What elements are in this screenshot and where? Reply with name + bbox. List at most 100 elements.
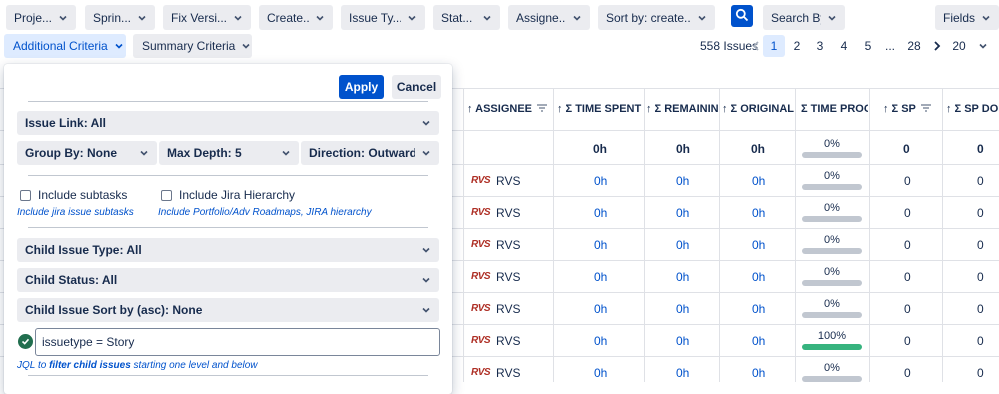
filter-project-button[interactable]: Proje... (6, 5, 76, 30)
progress-bar (802, 248, 862, 254)
filter-label: Proje... (14, 10, 52, 25)
progress-percent: 0% (824, 202, 840, 214)
fields-label: Fields (943, 10, 975, 25)
header-original[interactable]: ↑ Σ ORIGINAL ... (722, 89, 794, 129)
page-28[interactable]: 28 (906, 35, 922, 57)
original-link[interactable]: 0h (752, 334, 765, 348)
time-spent-link[interactable]: 0h (594, 302, 607, 316)
filter-created-button[interactable]: Create... (259, 5, 333, 30)
dropdown-label: Issue Link: All (25, 116, 106, 130)
header-label: ↑ Σ SP DONE (946, 103, 999, 115)
checkbox-box[interactable] (20, 189, 31, 201)
time-spent-link[interactable]: 0h (594, 238, 607, 252)
prev-page-icon[interactable] (748, 35, 764, 57)
sp-done-value: 0 (977, 206, 984, 220)
sp-done-value: 0 (977, 302, 984, 316)
page-2[interactable]: 2 (789, 35, 805, 57)
header-sp-done[interactable]: ↑ Σ SP DONE (946, 89, 999, 129)
time-spent-link[interactable]: 0h (594, 270, 607, 284)
sort-by-button[interactable]: Sort by: create... (598, 5, 715, 30)
sp-value: 0 (904, 174, 911, 188)
include-subtasks-checkbox[interactable]: Include subtasks (20, 188, 127, 202)
dropdown-label: Child Issue Sort by (asc): None (25, 303, 203, 317)
filter-fix-version-button[interactable]: Fix Versi... (163, 5, 251, 30)
header-time-spent[interactable]: ↑ Σ TIME SPENT (557, 89, 643, 129)
time-spent-link[interactable]: 0h (594, 174, 607, 188)
filter-label: Assigne... (516, 10, 566, 25)
sp-done-value: 0 (977, 270, 984, 284)
filter-icon[interactable] (920, 103, 931, 115)
chevron-down-icon (57, 12, 69, 24)
chevron-down-icon (136, 12, 148, 24)
progress-percent: 0% (824, 362, 840, 374)
progress-percent: 100% (817, 330, 847, 342)
page-4[interactable]: 4 (836, 35, 852, 57)
summary-sp: 0 (903, 142, 910, 156)
original-link[interactable]: 0h (752, 366, 765, 380)
remaining-link[interactable]: 0h (676, 174, 689, 188)
jql-hint-link[interactable]: filter child issues (49, 360, 131, 371)
summary-criteria-button[interactable]: Summary Criteria (133, 34, 252, 58)
original-link[interactable]: 0h (752, 302, 765, 316)
chevron-down-icon (420, 304, 432, 316)
cancel-button[interactable]: Cancel (392, 75, 441, 99)
time-progress: 0% (802, 202, 862, 222)
header-assignee[interactable]: ↑ ASSIGNEE (467, 89, 552, 129)
assignee-name: RVS (496, 206, 521, 220)
per-page-value[interactable]: 20 (951, 35, 967, 57)
search-by-button[interactable]: Search By (763, 5, 845, 30)
chevron-down-icon (406, 12, 418, 24)
time-spent-link[interactable]: 0h (594, 206, 607, 220)
remaining-link[interactable]: 0h (676, 238, 689, 252)
issue-link-dropdown[interactable]: Issue Link: All (17, 111, 439, 135)
original-link[interactable]: 0h (752, 206, 765, 220)
remaining-link[interactable]: 0h (676, 366, 689, 380)
group-by-dropdown[interactable]: Group By: None (17, 141, 157, 165)
remaining-link[interactable]: 0h (676, 270, 689, 284)
include-jira-hierarchy-checkbox[interactable]: Include Jira Hierarchy (161, 188, 295, 202)
direction-dropdown[interactable]: Direction: Outward (301, 141, 439, 165)
jql-child-filter-input[interactable]: issuetype = Story (35, 328, 440, 356)
filter-assignee-button[interactable]: Assigne... (508, 5, 590, 30)
chevron-down-icon (420, 244, 432, 256)
additional-criteria-label: Additional Criteria (13, 39, 108, 53)
additional-criteria-button[interactable]: Additional Criteria (4, 34, 126, 58)
dropdown-label: Direction: Outward (309, 146, 415, 160)
next-page-icon[interactable] (929, 35, 945, 57)
header-sp[interactable]: ↑ Σ SP (883, 89, 941, 129)
progress-bar (802, 376, 862, 382)
page-1[interactable]: 1 (763, 35, 785, 57)
remaining-link[interactable]: 0h (676, 334, 689, 348)
child-status-dropdown[interactable]: Child Status: All (17, 268, 439, 292)
filter-sprint-button[interactable]: Sprin... (85, 5, 155, 30)
time-spent-link[interactable]: 0h (594, 334, 607, 348)
filter-issue-type-button[interactable]: Issue Ty... (341, 5, 425, 30)
page-5[interactable]: 5 (860, 35, 876, 57)
remaining-link[interactable]: 0h (676, 206, 689, 220)
summary-sp-done: 0 (977, 142, 984, 156)
max-depth-dropdown[interactable]: Max Depth: 5 (159, 141, 299, 165)
page-ellipsis: ... (884, 39, 895, 53)
fields-button[interactable]: Fields (935, 5, 999, 30)
per-page-chevron-icon[interactable] (975, 35, 991, 57)
avatar: RVS (471, 175, 491, 186)
page-3[interactable]: 3 (812, 35, 828, 57)
original-link[interactable]: 0h (752, 174, 765, 188)
chevron-down-icon (314, 12, 326, 24)
header-remaining[interactable]: ↑ Σ REMAININ... (646, 89, 718, 129)
checkbox-box[interactable] (161, 189, 172, 201)
child-issue-type-dropdown[interactable]: Child Issue Type: All (17, 238, 439, 262)
original-link[interactable]: 0h (752, 238, 765, 252)
time-spent-link[interactable]: 0h (594, 366, 607, 380)
progress-bar (802, 216, 862, 222)
search-button[interactable] (731, 5, 753, 27)
filter-icon[interactable] (537, 103, 547, 115)
header-time-prog[interactable]: Σ TIME PROG (801, 89, 868, 129)
filter-status-button[interactable]: Stat... (433, 5, 500, 30)
remaining-link[interactable]: 0h (676, 302, 689, 316)
apply-button[interactable]: Apply (339, 75, 384, 99)
original-link[interactable]: 0h (752, 270, 765, 284)
divider (28, 101, 428, 102)
child-issue-sort-dropdown[interactable]: Child Issue Sort by (asc): None (17, 298, 439, 322)
avatar: RVS (471, 303, 491, 314)
